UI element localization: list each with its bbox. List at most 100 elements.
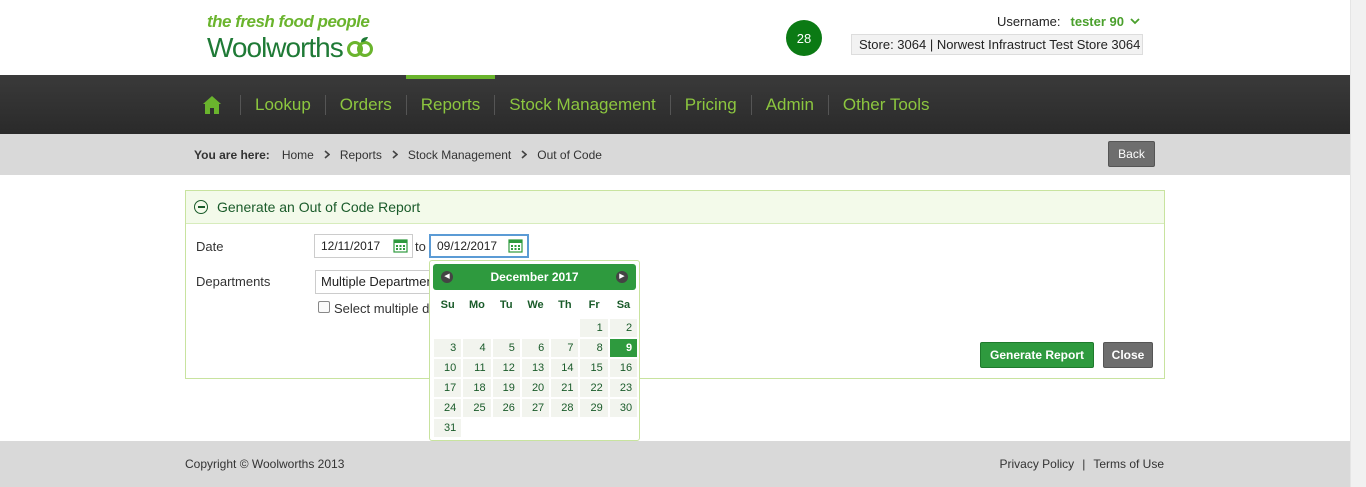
date-picker-header: ◀ December 2017 ▶	[433, 264, 636, 290]
nav-item-stock-management[interactable]: Stock Management	[495, 75, 669, 134]
nav-item-admin[interactable]: Admin	[752, 75, 828, 134]
day-cell[interactable]: 30	[609, 399, 638, 417]
day-cell[interactable]: 10	[434, 359, 462, 377]
main-nav: Lookup Orders Reports Stock Management P…	[0, 75, 1366, 134]
day-cell[interactable]: 19	[492, 379, 520, 397]
day-grid: 1 2 3 4 5 6 7 8 9 10 11 12 13 14 15 16 17 18 19 20 21 22 23 24 2…	[433, 318, 638, 438]
next-month-icon[interactable]: ▶	[616, 271, 628, 283]
nav-item-reports[interactable]: Reports	[405, 75, 495, 134]
day-cell[interactable]: 20	[521, 379, 550, 397]
privacy-policy-link[interactable]: Privacy Policy	[1000, 457, 1075, 471]
nav-item-orders[interactable]: Orders	[326, 75, 406, 134]
day-cell[interactable]: 25	[463, 399, 491, 417]
day-cell[interactable]: 12	[492, 359, 520, 377]
terms-of-use-link[interactable]: Terms of Use	[1093, 457, 1164, 471]
logo-brand: Woolworths	[207, 31, 344, 63]
day-cell[interactable]: 26	[492, 399, 520, 417]
username[interactable]: tester 90	[1071, 14, 1124, 29]
empty-day-cell	[493, 319, 520, 337]
notification-badge[interactable]: 28	[786, 20, 822, 56]
username-label: Username:	[996, 14, 1061, 29]
day-cell[interactable]: 15	[580, 359, 608, 377]
day-cell[interactable]: 28	[551, 399, 579, 417]
empty-day-cell	[551, 319, 578, 337]
calendar-icon[interactable]	[508, 238, 523, 253]
weekday-label: We	[527, 299, 544, 311]
day-cell[interactable]: 24	[434, 399, 462, 417]
day-cell[interactable]: 18	[463, 379, 491, 397]
weekday-label: Mo	[469, 299, 485, 311]
day-cell[interactable]: 31	[434, 419, 462, 437]
day-cell[interactable]: 14	[551, 359, 579, 377]
day-cell[interactable]: 17	[434, 379, 462, 397]
date-from-field[interactable]: 12/11/2017	[314, 234, 413, 258]
day-cell[interactable]: 29	[580, 399, 608, 417]
day-cell[interactable]: 21	[551, 379, 579, 397]
back-button[interactable]: Back	[1108, 141, 1155, 167]
prev-month-icon[interactable]: ◀	[441, 271, 453, 283]
day-cell[interactable]: 5	[492, 339, 520, 357]
breadcrumb-lead: You are here:	[194, 147, 270, 162]
footer-links: Privacy Policy | Terms of Use	[1000, 457, 1165, 471]
home-icon[interactable]	[200, 93, 224, 117]
day-cell[interactable]: 8	[580, 339, 608, 357]
footer-separator: |	[1082, 457, 1086, 471]
footer: Copyright © Woolworths 2013 Privacy Poli…	[0, 441, 1350, 487]
day-cell[interactable]: 1	[580, 319, 608, 337]
empty-day-cell	[463, 319, 490, 337]
date-picker-popup: ◀ December 2017 ▶ Su Mo Tu We Th Fr Sa 1234567…	[429, 260, 640, 441]
logo-tagline: the fresh food people	[207, 12, 370, 31]
date-from-value: 12/11/2017	[321, 239, 381, 253]
weekday-label: Sa	[616, 299, 631, 311]
date-to-field[interactable]: 09/12/2017	[429, 234, 529, 258]
nav-item-lookup[interactable]: Lookup	[241, 75, 325, 134]
close-button[interactable]: Close	[1103, 342, 1153, 368]
calendar-icon[interactable]	[393, 238, 408, 253]
report-panel: Generate an Out of Code Report Date 12/1…	[185, 190, 1165, 379]
weekday-label: Su	[440, 299, 455, 311]
day-cell[interactable]: 6	[521, 339, 550, 357]
empty-day-cell	[522, 319, 549, 337]
breadcrumb-reports[interactable]: Reports	[340, 148, 382, 162]
nav-item-pricing[interactable]: Pricing	[671, 75, 751, 134]
date-picker-month: December 2017	[490, 270, 579, 284]
store-selector[interactable]: Store: 3064 | Norwest Infrastruct Test S…	[851, 34, 1143, 55]
chevron-down-icon[interactable]	[1130, 16, 1140, 28]
date-label: Date	[196, 239, 224, 254]
weekday-label: Th	[558, 299, 572, 311]
breadcrumb: You are here: Home Reports Stock Managem…	[194, 134, 602, 175]
day-cell[interactable]: 4	[463, 339, 491, 357]
day-cell[interactable]: 23	[609, 379, 638, 397]
day-cell[interactable]: 7	[551, 339, 579, 357]
day-cell[interactable]: 2	[609, 319, 638, 337]
day-cell[interactable]: 16	[609, 359, 638, 377]
header: the fresh food people Woolworths 28 User…	[0, 0, 1366, 75]
weekday-label: Tu	[499, 299, 513, 311]
breadcrumb-stock-management[interactable]: Stock Management	[408, 148, 511, 162]
day-cell[interactable]: 22	[580, 379, 608, 397]
date-to-value: 09/12/2017	[437, 239, 498, 253]
breadcrumb-home[interactable]: Home	[282, 148, 314, 162]
departments-select[interactable]: Multiple Departments	[315, 270, 433, 294]
chevron-right-icon	[392, 148, 399, 162]
woolworths-logo[interactable]: the fresh food people Woolworths	[207, 12, 373, 63]
nav-item-other-tools[interactable]: Other Tools	[829, 75, 944, 134]
day-cell[interactable]: 3	[434, 339, 462, 357]
day-cell[interactable]: 13	[521, 359, 550, 377]
panel-header[interactable]: Generate an Out of Code Report	[186, 191, 1164, 224]
copyright: Copyright © Woolworths 2013	[185, 457, 345, 471]
selected-day-cell[interactable]: 9	[609, 339, 638, 357]
select-multiple-checkbox[interactable]	[318, 301, 330, 313]
select-multiple-label[interactable]: Select multiple departments	[334, 301, 432, 316]
generate-report-button[interactable]: Generate Report	[980, 342, 1094, 368]
woolworths-leaf-icon	[346, 36, 373, 63]
day-cell[interactable]: 27	[521, 399, 550, 417]
user-menu[interactable]: Username: tester 90	[997, 14, 1140, 29]
vertical-scrollbar[interactable]	[1350, 0, 1366, 487]
weekday-row: Su Mo Tu We Th Fr Sa	[433, 296, 636, 314]
day-cell[interactable]: 11	[463, 359, 491, 377]
panel-title: Generate an Out of Code Report	[217, 199, 421, 215]
collapse-icon[interactable]	[194, 200, 208, 214]
chevron-right-icon	[324, 148, 331, 162]
departments-label: Departments	[196, 274, 271, 289]
